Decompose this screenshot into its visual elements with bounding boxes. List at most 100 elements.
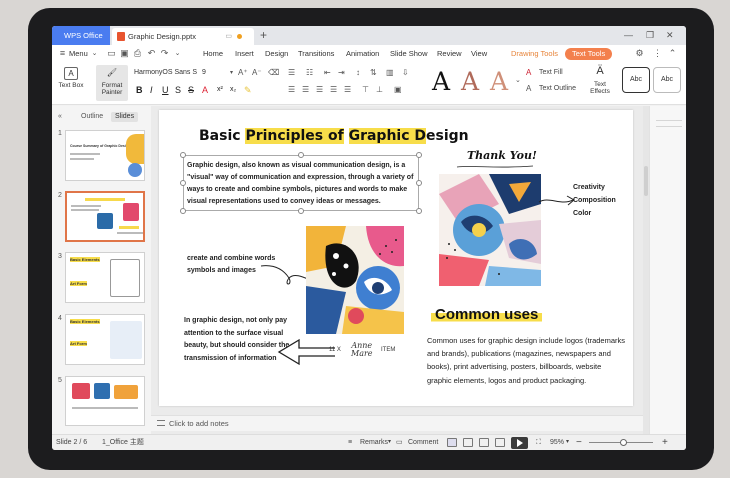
shadow-icon[interactable]: S — [175, 84, 181, 96]
chevron-down-icon[interactable]: ▾ — [566, 435, 569, 450]
zoom-in-icon[interactable]: + — [662, 435, 668, 450]
resize-handle[interactable] — [416, 208, 422, 214]
slide-thumbnail-3[interactable]: Basic Elements Art Form — [65, 252, 145, 303]
format-painter-group[interactable]: 🖌 Format Painter — [96, 67, 128, 96]
align-top-icon[interactable]: ⊤ — [362, 84, 369, 96]
text-box-settings-icon[interactable]: ▣ — [394, 84, 402, 96]
design-labels[interactable]: Creativity Composition Color — [573, 181, 616, 220]
tab-design[interactable]: Design — [265, 45, 288, 63]
chevron-down-icon[interactable]: ⌄ — [172, 48, 183, 59]
tab-slides[interactable]: Slides — [111, 112, 139, 122]
resize-handle[interactable] — [180, 208, 186, 214]
zoom-fit-icon[interactable]: ⛶ — [536, 435, 541, 450]
chevron-down-icon[interactable]: ⌄ — [515, 75, 521, 87]
tab-text-tools[interactable]: Text Tools — [565, 48, 613, 60]
font-color-icon[interactable]: A — [202, 84, 208, 96]
text-style-brown-icon[interactable]: A — [461, 67, 479, 97]
print-icon[interactable]: ⎙ — [132, 48, 143, 59]
redo-icon[interactable]: ↷ — [159, 48, 170, 59]
slide-sorter-icon[interactable] — [463, 438, 473, 447]
tab-transitions[interactable]: Transitions — [298, 45, 334, 63]
align-middle-icon[interactable]: ⊥ — [376, 84, 383, 96]
monitor-icon[interactable]: ▭ — [225, 28, 232, 45]
menu-icon[interactable]: ≡ — [57, 48, 68, 59]
text-style-preset-2[interactable]: Abc — [653, 67, 681, 93]
strikethrough-icon[interactable]: S — [188, 84, 194, 96]
reading-view-icon[interactable] — [479, 438, 489, 447]
tab-review[interactable]: Review — [437, 45, 462, 63]
italic-icon[interactable]: I — [150, 84, 153, 96]
comment-button[interactable]: Comment — [408, 435, 438, 450]
resize-handle[interactable] — [416, 152, 422, 158]
new-tab-button[interactable]: + — [260, 26, 267, 45]
resize-handle[interactable] — [298, 152, 304, 158]
font-name-select[interactable]: HarmonyOS Sans S — [134, 67, 230, 79]
slide-thumbnail-5[interactable] — [65, 376, 145, 426]
font-size-select[interactable]: 9 — [202, 67, 206, 79]
common-uses-body[interactable]: Common uses for graphic design include l… — [427, 334, 627, 387]
comment-icon[interactable]: ▭ — [396, 435, 403, 450]
normal-view-icon[interactable] — [447, 438, 457, 447]
tab-drawing-tools[interactable]: Drawing Tools — [511, 45, 558, 63]
resize-handle[interactable] — [416, 180, 422, 186]
scrollbar-thumb[interactable] — [644, 166, 648, 196]
text-style-preset-1[interactable]: Abc — [622, 67, 650, 93]
zoom-level[interactable]: 95% — [550, 435, 564, 450]
decrease-font-icon[interactable]: A⁻ — [252, 67, 262, 79]
subscript-icon[interactable]: x₂ — [230, 84, 236, 96]
decrease-indent-icon[interactable]: ⇤ — [324, 67, 331, 79]
remarks-button[interactable]: Remarks — [360, 435, 388, 450]
superscript-icon[interactable]: x² — [217, 84, 223, 96]
slide-thumbnail-2[interactable] — [65, 191, 145, 242]
theme-name[interactable]: 1_Office 主题 — [102, 435, 144, 450]
open-folder-icon[interactable]: ▭ — [106, 48, 117, 59]
tab-home[interactable]: Home — [203, 45, 223, 63]
numbered-list-icon[interactable]: ☷ — [306, 67, 313, 79]
increase-indent-icon[interactable]: ⇥ — [338, 67, 345, 79]
highlight-icon[interactable]: ✎ — [244, 84, 252, 96]
align-center-icon[interactable]: ☰ — [302, 84, 309, 96]
play-icon[interactable] — [511, 437, 528, 449]
resize-handle[interactable] — [298, 208, 304, 214]
settings-gear-icon[interactable]: ⚙ — [634, 48, 645, 59]
bullet-list-icon[interactable]: ☰ — [288, 67, 295, 79]
increase-font-icon[interactable]: A⁺ — [238, 67, 248, 79]
remarks-icon[interactable]: ≡ — [348, 435, 352, 450]
text-style-peach-icon[interactable]: A — [490, 67, 508, 97]
line-spacing-icon[interactable]: ↕ — [356, 67, 360, 79]
bold-icon[interactable]: B — [136, 84, 143, 96]
chevron-down-icon[interactable]: ⌄ — [89, 48, 100, 59]
resize-handle[interactable] — [180, 152, 186, 158]
menu-button[interactable]: Menu — [69, 45, 88, 63]
slide-body-text[interactable]: Graphic design, also known as visual com… — [187, 160, 415, 208]
text-fill-label[interactable]: Text Fill — [539, 69, 563, 76]
distribute-icon[interactable]: ☰ — [344, 84, 351, 96]
text-fill-icon[interactable]: A — [526, 67, 531, 79]
align-left-icon[interactable]: ☰ — [288, 84, 295, 96]
zoom-out-icon[interactable]: − — [576, 435, 582, 450]
align-right-icon[interactable]: ☰ — [316, 84, 323, 96]
text-box-button[interactable]: A Text Box — [56, 67, 86, 89]
tab-insert[interactable]: Insert — [235, 45, 254, 63]
tab-animation[interactable]: Animation — [346, 45, 379, 63]
current-slide[interactable]: Basic Principles of Graphic Design Graph… — [159, 110, 633, 406]
save-icon[interactable]: ▣ — [119, 48, 130, 59]
slide-canvas[interactable]: Basic Principles of Graphic Design Graph… — [151, 106, 686, 434]
text-direction-icon[interactable]: ⇅ — [370, 67, 377, 79]
text-outline-icon[interactable]: A — [526, 83, 531, 95]
close-icon[interactable]: ✕ — [666, 26, 674, 45]
columns-icon[interactable]: ▥ — [386, 67, 394, 79]
zoom-slider-knob[interactable] — [620, 439, 627, 446]
notes-area[interactable]: Click to add notes — [151, 415, 643, 431]
chevron-down-icon[interactable]: ▾ — [230, 67, 233, 79]
wps-office-tab[interactable]: WPS Office — [52, 26, 110, 45]
underline-icon[interactable]: U — [162, 84, 169, 96]
collapse-panel-icon[interactable]: « — [54, 112, 66, 122]
minimize-icon[interactable]: — — [624, 26, 633, 45]
common-uses-title[interactable]: Common uses — [431, 306, 543, 323]
text-outline-label[interactable]: Text Outline — [539, 85, 576, 92]
restore-icon[interactable]: ❐ — [646, 26, 654, 45]
thank-you-script[interactable]: Thank You! — [467, 149, 537, 162]
text-effects-button[interactable]: Ä Text Effects — [586, 66, 614, 96]
resize-handle[interactable] — [180, 180, 186, 186]
